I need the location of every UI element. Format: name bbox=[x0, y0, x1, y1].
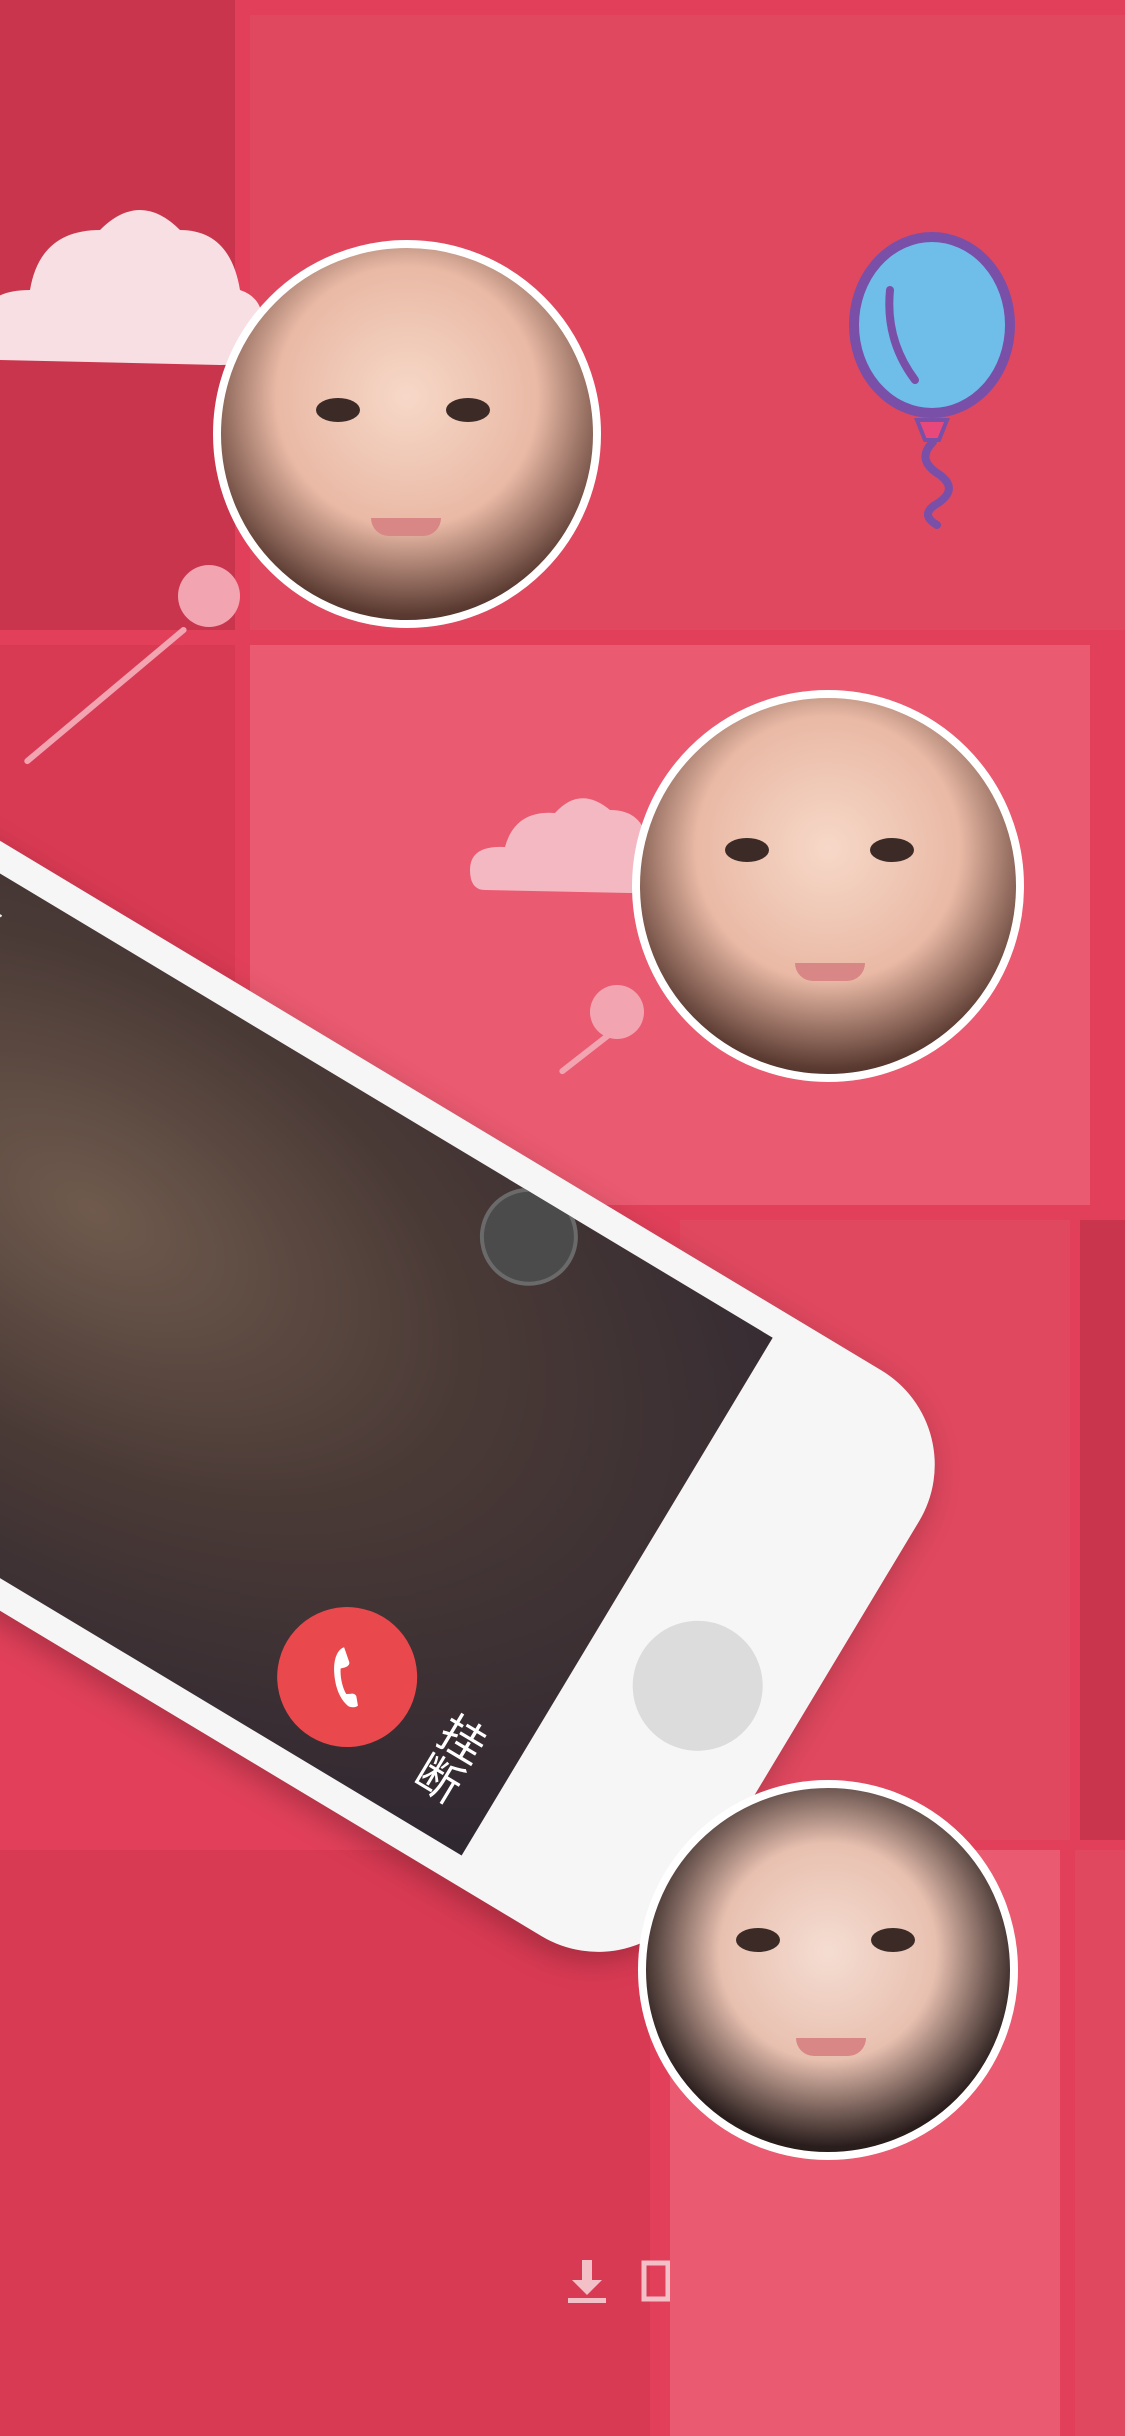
photo-tile bbox=[1080, 1220, 1125, 1840]
eye bbox=[871, 1928, 915, 1952]
camera-toggle-button[interactable] bbox=[461, 1169, 597, 1304]
mouth bbox=[796, 2038, 866, 2056]
home-button[interactable] bbox=[608, 1596, 787, 1776]
phone-icon bbox=[334, 1647, 358, 1708]
end-call-button[interactable] bbox=[251, 1580, 444, 1774]
eye bbox=[736, 1928, 780, 1952]
mouth bbox=[795, 963, 865, 981]
invite-text: 接受邀请. bbox=[0, 891, 7, 1039]
box-icon bbox=[641, 2260, 670, 2302]
eye bbox=[725, 838, 769, 862]
connector-dot bbox=[178, 565, 240, 627]
avatar bbox=[213, 240, 601, 628]
eye bbox=[870, 838, 914, 862]
end-call-label: 挂断 bbox=[401, 1703, 496, 1811]
avatar bbox=[632, 690, 1024, 1082]
balloon-icon bbox=[849, 232, 1015, 529]
avatar bbox=[638, 1780, 1018, 2160]
connector-dot bbox=[590, 985, 644, 1039]
mouth bbox=[371, 518, 441, 536]
eye bbox=[316, 398, 360, 422]
download-icon bbox=[568, 2260, 606, 2303]
eye bbox=[446, 398, 490, 422]
photo-tile bbox=[1075, 1850, 1125, 2436]
